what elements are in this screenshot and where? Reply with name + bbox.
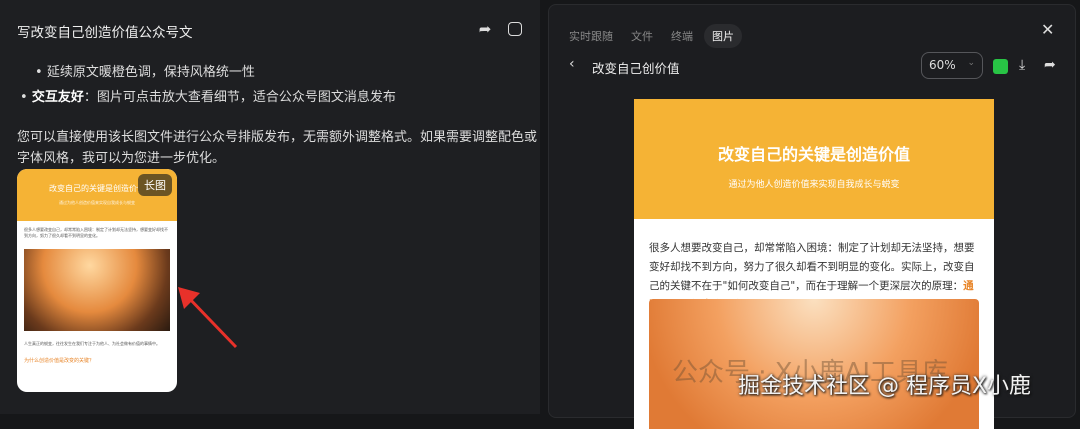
- download-icon[interactable]: ⤓: [1019, 57, 1025, 73]
- juejin-watermark: 掘金技术社区 @ 程序员X小鹿: [738, 374, 1032, 399]
- chevron-down-icon: ⌄: [967, 58, 975, 68]
- chat-panel: 写改变自己创造价值公众号文 ➦ • 延续原文暖橙色调，保持风格统一性 • 交互友…: [0, 0, 540, 414]
- close-icon[interactable]: ✕: [1041, 20, 1054, 39]
- preview-title: 改变自己创价值: [592, 61, 680, 76]
- long-image-badge: 长图: [138, 174, 172, 196]
- share-icon[interactable]: ➦: [1044, 57, 1056, 73]
- article-title: 改变自己的关键是创造价值: [717, 145, 910, 164]
- response-paragraph: 您可以直接使用该长图文件进行公众号排版发布，无需额外调整格式。如果需要调整配色或…: [17, 130, 538, 166]
- tab-terminal[interactable]: 终端: [663, 24, 701, 48]
- thumb-body-2: 人生真正的蜕变，往往发生在我们专注于为他人、为社会做有价值的事情中。: [24, 341, 160, 346]
- thumb-title: 改变自己的关键是创造价值: [49, 184, 145, 193]
- thumb-subtitle: 通过为他人创造价值来实现自我成长与蜕变: [59, 200, 135, 205]
- zoom-select[interactable]: 60% ⌄: [921, 52, 983, 79]
- bullet-item: • 延续原文暖橙色调，保持风格统一性: [35, 65, 255, 80]
- red-arrow-annotation: [178, 287, 238, 349]
- seedling-image: [24, 249, 170, 331]
- chat-title: 写改变自己创造价值公众号文: [17, 25, 193, 41]
- long-image-thumbnail[interactable]: 改变自己的关键是创造价值通过为他人创造价值来实现自我成长与蜕变 很多人想要改变自…: [17, 169, 177, 392]
- thumb-subheading: 为什么创造价值是改变的关键？: [24, 358, 95, 364]
- bullet-item: • 交互友好：图片可点击放大查看细节，适合公众号图文消息发布: [20, 90, 396, 105]
- back-chevron-icon[interactable]: ‹: [569, 56, 575, 72]
- thumb-body: 很多人想要改变自己，却常常陷入困境：制定了计划却无法坚持，想要变好却找不到方向，…: [24, 227, 168, 238]
- sidebar-toggle-icon[interactable]: [508, 22, 522, 36]
- article-subtitle: 通过为他人创造价值来实现自我成长与蜕变: [728, 180, 900, 190]
- share-icon[interactable]: ➦: [476, 20, 494, 38]
- zoom-value: 60%: [929, 58, 956, 72]
- tab-images[interactable]: 图片: [704, 24, 742, 48]
- tab-files[interactable]: 文件: [623, 24, 661, 48]
- wechat-icon[interactable]: [993, 59, 1008, 74]
- tab-realtime[interactable]: 实时跟随: [561, 24, 621, 48]
